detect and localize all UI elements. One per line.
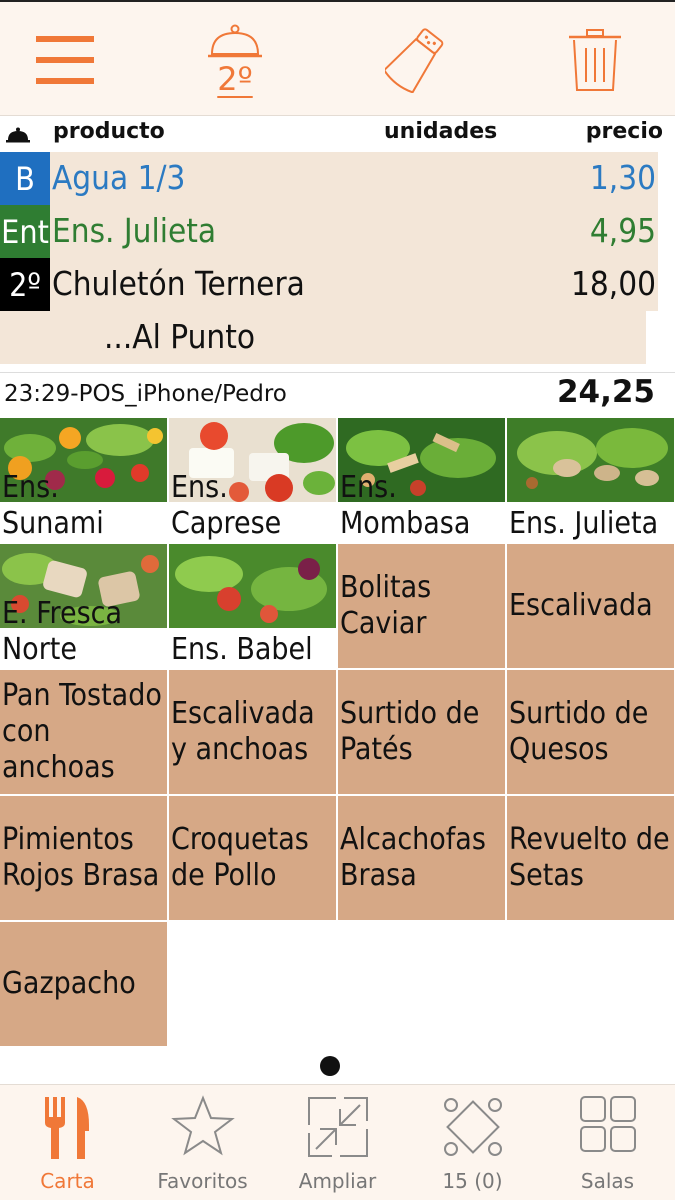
- delete-button[interactable]: [555, 2, 635, 118]
- page-indicator-dot: [320, 1056, 340, 1076]
- course-button[interactable]: 2º: [195, 2, 275, 118]
- order-line-modifier[interactable]: ...Al Punto: [0, 311, 646, 364]
- expand-arrows-icon: [307, 1097, 368, 1157]
- product-label: Ens. Julieta: [509, 506, 659, 541]
- top-toolbar: 2º: [0, 0, 675, 116]
- seasoning-button[interactable]: [375, 2, 455, 118]
- tab-carta[interactable]: Carta: [0, 1085, 135, 1200]
- product-tile[interactable]: Ens. Sunami: [0, 418, 167, 542]
- product-tile[interactable]: E. Fresca Norte: [0, 544, 167, 668]
- product-tile[interactable]: Gazpacho: [0, 922, 167, 1046]
- product-label: Escalivada: [509, 588, 653, 623]
- product-label: E. Fresca Norte: [2, 596, 123, 667]
- order-line-price: 4,95: [589, 211, 656, 250]
- modifier-text: ...Al Punto: [104, 317, 256, 356]
- order-line[interactable]: B Agua 1/3 1,30: [0, 152, 658, 205]
- order-line-price: 18,00: [571, 264, 656, 303]
- product-tile[interactable]: Ens. Babel: [169, 544, 336, 668]
- product-label: Ens. Caprese: [171, 470, 282, 541]
- product-label: Surtido de Quesos: [509, 696, 649, 767]
- product-label: Croquetas de Pollo: [171, 822, 309, 893]
- product-label: Escalivada y anchoas: [171, 696, 315, 767]
- tab-label: 15 (0): [442, 1169, 503, 1193]
- tab-label: Ampliar: [298, 1169, 377, 1193]
- tab-table[interactable]: 15 (0): [405, 1085, 540, 1200]
- tab-favoritos[interactable]: Favoritos: [135, 1085, 270, 1200]
- product-label: Ens. Babel: [171, 632, 313, 667]
- product-label: Alcachofas Brasa: [340, 822, 486, 893]
- course-badge: B: [0, 152, 50, 205]
- tab-ampliar[interactable]: Ampliar: [270, 1085, 405, 1200]
- tab-label: Favoritos: [157, 1169, 248, 1193]
- product-tile[interactable]: Revuelto de Setas: [507, 796, 674, 920]
- course-label: 2º: [217, 60, 253, 98]
- product-tile[interactable]: Alcachofas Brasa: [338, 796, 505, 920]
- column-header-product: producto: [53, 119, 165, 144]
- star-icon: [170, 1095, 235, 1156]
- order-lines: B Agua 1/3 1,30 Ent Ens. Julieta 4,95 2º…: [0, 152, 675, 366]
- product-label: Pimientos Rojos Brasa: [2, 822, 160, 893]
- order-info-text: 23:29-POS_iPhone/Pedro: [4, 381, 287, 407]
- salt-shaker-icon: [385, 28, 444, 93]
- product-label: Ens. Mombasa: [340, 470, 471, 541]
- product-tile[interactable]: Bolitas Caviar: [338, 544, 505, 668]
- service-bell-icon: [6, 127, 30, 143]
- order-line[interactable]: 2º Chuletón Ternera 18,00: [0, 258, 658, 311]
- bottom-tab-bar: Carta Favoritos Ampliar 15 (0) Salas: [0, 1084, 675, 1200]
- product-label: Pan Tostado con anchoas: [2, 678, 162, 785]
- column-header-price: precio: [585, 119, 663, 144]
- product-tile[interactable]: Ens. Mombasa: [338, 418, 505, 542]
- column-header-units: unidades: [384, 119, 498, 144]
- menu-button[interactable]: [25, 2, 105, 118]
- product-tile[interactable]: Pimientos Rojos Brasa: [0, 796, 167, 920]
- table-icon: [443, 1098, 502, 1156]
- hamburger-menu-icon: [36, 36, 94, 84]
- order-line-name: Chuletón Ternera: [52, 264, 305, 303]
- product-tile[interactable]: Surtido de Patés: [338, 670, 505, 794]
- tab-salas[interactable]: Salas: [540, 1085, 675, 1200]
- tab-label: Salas: [580, 1169, 635, 1193]
- product-tile[interactable]: Ens. Caprese: [169, 418, 336, 542]
- product-label: Revuelto de Setas: [509, 822, 670, 893]
- course-badge: Ent: [0, 205, 50, 258]
- tab-label: Carta: [40, 1169, 95, 1193]
- fork-knife-icon: [44, 1097, 89, 1159]
- order-line-name: Ens. Julieta: [52, 211, 217, 250]
- order-line[interactable]: Ent Ens. Julieta 4,95: [0, 205, 658, 258]
- course-badge: 2º: [0, 258, 50, 311]
- product-tile[interactable]: Surtido de Quesos: [507, 670, 674, 794]
- order-line-price: 1,30: [589, 158, 656, 197]
- product-tile[interactable]: Croquetas de Pollo: [169, 796, 336, 920]
- product-tile[interactable]: Ens. Julieta: [507, 418, 674, 542]
- order-line-name: Agua 1/3: [52, 158, 186, 197]
- order-header: producto unidades precio: [0, 117, 675, 151]
- order-info-bar: 23:29-POS_iPhone/Pedro 24,25: [0, 372, 675, 416]
- service-bell-icon: [208, 24, 262, 58]
- product-label: Gazpacho: [2, 966, 136, 1001]
- product-tile[interactable]: Pan Tostado con anchoas: [0, 670, 167, 794]
- product-label: Surtido de Patés: [340, 696, 480, 767]
- trash-icon: [569, 29, 621, 91]
- product-tile[interactable]: Escalivada y anchoas: [169, 670, 336, 794]
- salad-photo: [507, 418, 674, 502]
- product-label: Bolitas Caviar: [340, 570, 432, 641]
- product-label: Ens. Sunami: [2, 470, 104, 541]
- order-total: 24,25: [556, 374, 655, 410]
- salad-photo: [169, 544, 336, 628]
- grid-icon: [579, 1096, 636, 1152]
- product-tile[interactable]: Escalivada: [507, 544, 674, 668]
